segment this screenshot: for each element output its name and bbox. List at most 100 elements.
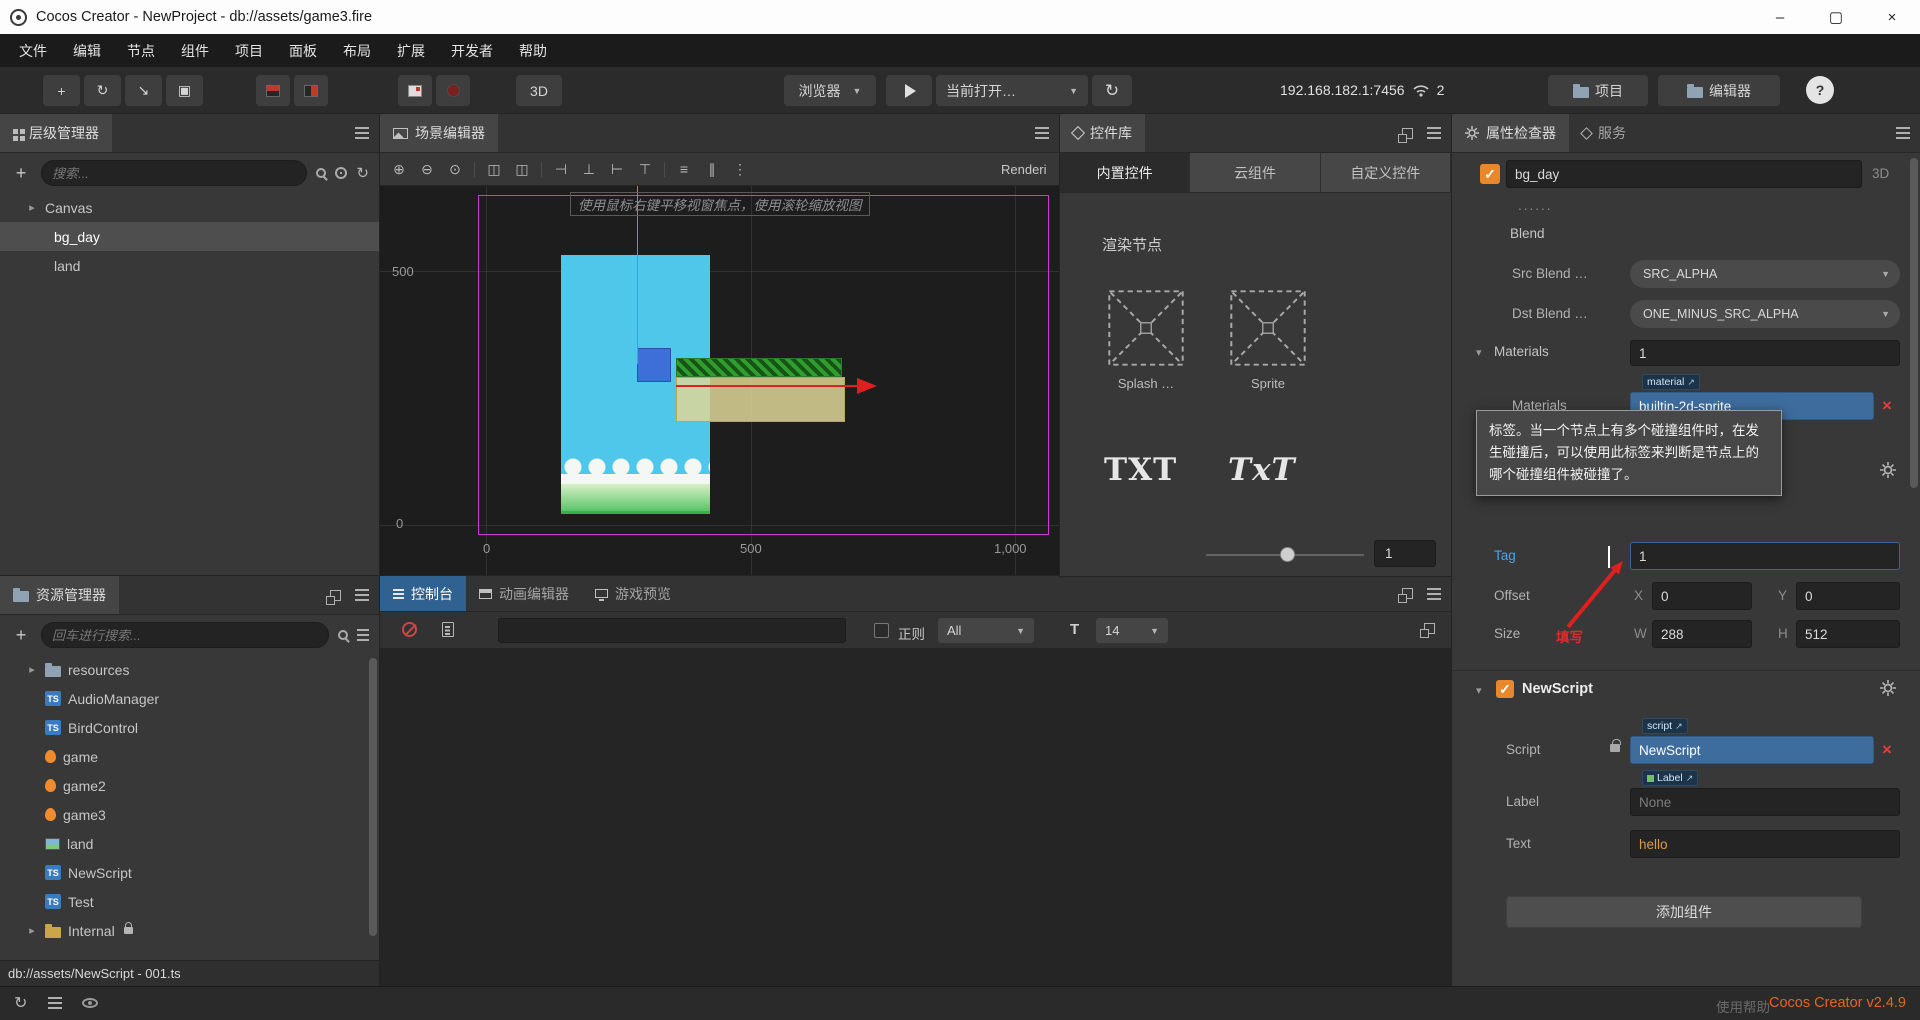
size-w-input[interactable] <box>1652 620 1752 648</box>
sync-icon[interactable]: ↻ <box>14 993 27 1013</box>
popout-icon[interactable] <box>1398 588 1413 603</box>
widget-zoom-value[interactable]: 1 <box>1374 540 1436 567</box>
tab-widget-library[interactable]: 控件库 <box>1060 114 1145 152</box>
component-gear-icon[interactable] <box>1880 680 1896 696</box>
assets-search[interactable] <box>41 622 329 648</box>
hierarchy-item-canvas[interactable]: ▸ Canvas <box>0 193 379 222</box>
open-editor-folder-button[interactable]: 编辑器 <box>1658 75 1780 106</box>
splash-widget[interactable] <box>1108 290 1184 366</box>
newscript-enabled-checkbox[interactable]: ✓ <box>1496 680 1514 698</box>
script-value-input[interactable] <box>1630 736 1874 764</box>
align-bottom-icon[interactable]: ⊥ <box>580 161 598 178</box>
close-button[interactable]: × <box>1864 0 1920 34</box>
hierarchy-item-bg-day[interactable]: bg_day <box>0 222 379 251</box>
tab-assets[interactable]: 资源管理器 <box>0 576 119 614</box>
node-active-checkbox[interactable]: ✓ <box>1480 164 1500 184</box>
asset-item-game[interactable]: game <box>0 742 379 771</box>
inspector-scrollbar[interactable] <box>1910 158 1918 488</box>
current-open-dropdown[interactable]: 当前打开… ▼ <box>936 75 1088 106</box>
asset-item-test[interactable]: TS Test <box>0 887 379 916</box>
menu-developer[interactable]: 开发者 <box>438 34 506 67</box>
richtext-widget[interactable]: TxT <box>1228 452 1296 488</box>
record-button[interactable] <box>436 75 470 106</box>
tab-console[interactable]: 控制台 <box>380 576 466 611</box>
move-tool-button[interactable]: + <box>43 75 80 106</box>
tag-input[interactable] <box>1630 542 1900 570</box>
coordinate-toggle-button[interactable] <box>294 75 328 106</box>
clear-console-icon[interactable] <box>402 622 417 637</box>
dst-blend-dropdown[interactable]: ONE_MINUS_SRC_ALPHA ▼ <box>1630 300 1900 328</box>
label-type-chip[interactable]: Label ↗ <box>1642 770 1699 786</box>
expand-arrow-icon[interactable]: ▸ <box>26 201 38 214</box>
snap-toggle-icon[interactable]: ◫ <box>513 161 531 178</box>
component-gear-icon[interactable] <box>1880 462 1896 478</box>
asset-item-internal[interactable]: ▸ Internal <box>0 916 379 945</box>
console-log-icon[interactable] <box>48 1002 62 1004</box>
scene-viewport[interactable]: 使用鼠标右键平移视窗焦点，使用滚轮缩放视图 500 0 0 500 1,000 <box>380 186 1059 576</box>
remove-script-button[interactable]: × <box>1876 738 1898 762</box>
subtab-builtin[interactable]: 内置控件 <box>1060 153 1191 192</box>
menu-file[interactable]: 文件 <box>6 34 60 67</box>
size-h-input[interactable] <box>1796 620 1900 648</box>
popout-icon[interactable] <box>326 589 341 605</box>
menu-extension[interactable]: 扩展 <box>384 34 438 67</box>
zoom-in-icon[interactable]: ⊕ <box>390 161 408 178</box>
hierarchy-item-land[interactable]: land <box>0 251 379 280</box>
assets-search-input[interactable] <box>52 627 318 643</box>
subtab-cloud[interactable]: 云组件 <box>1190 153 1321 192</box>
search-icon[interactable] <box>338 630 348 640</box>
preview-window-button[interactable] <box>398 75 432 106</box>
slider-thumb[interactable] <box>1280 547 1295 562</box>
asset-item-resources[interactable]: ▸ resources <box>0 655 379 684</box>
subtab-custom[interactable]: 自定义控件 <box>1321 153 1451 192</box>
assets-scrollbar[interactable] <box>369 658 377 936</box>
scale-tool-button[interactable]: ↘ <box>125 75 162 106</box>
tab-hierarchy[interactable]: 层级管理器 <box>0 114 112 152</box>
text-value-input[interactable] <box>1630 830 1900 858</box>
script-type-chip[interactable]: script ↗ <box>1642 718 1688 734</box>
refresh-icon[interactable]: ↻ <box>356 164 369 182</box>
panel-menu-icon[interactable] <box>1427 132 1441 134</box>
tab-game-preview[interactable]: 游戏预览 <box>582 576 684 611</box>
asset-item-birdcontrol[interactable]: TS BirdControl <box>0 713 379 742</box>
console-filter-input[interactable] <box>498 618 846 643</box>
minimize-button[interactable]: – <box>1752 0 1808 34</box>
locate-icon[interactable] <box>335 167 348 179</box>
hierarchy-search-input[interactable] <box>52 165 297 181</box>
maximize-button[interactable]: ▢ <box>1808 0 1864 34</box>
expand-arrow-icon[interactable]: ▸ <box>26 663 38 676</box>
label-value-input[interactable] <box>1630 788 1900 816</box>
add-asset-button[interactable]: + <box>10 625 32 646</box>
hierarchy-search[interactable] <box>41 160 308 186</box>
distribute-v-icon[interactable]: ∥ <box>703 161 721 178</box>
collapse-arrow-icon[interactable]: ▾ <box>1476 684 1482 697</box>
open-project-folder-button[interactable]: 项目 <box>1548 75 1648 106</box>
regex-checkbox[interactable] <box>874 623 889 638</box>
remove-material-button[interactable]: × <box>1876 394 1898 418</box>
tab-animation-editor[interactable]: 动画编辑器 <box>466 576 582 611</box>
menu-help[interactable]: 帮助 <box>506 34 560 67</box>
tab-scene[interactable]: 场景编辑器 <box>380 114 498 152</box>
zoom-out-icon[interactable]: ⊖ <box>418 161 436 178</box>
asset-item-land[interactable]: land <box>0 829 379 858</box>
add-component-button[interactable]: 添加组件 <box>1506 896 1862 928</box>
tab-inspector[interactable]: 属性检查器 <box>1452 114 1569 152</box>
src-blend-dropdown[interactable]: SRC_ALPHA ▼ <box>1630 260 1900 288</box>
align-right-icon[interactable]: ⊢ <box>608 161 626 178</box>
log-level-dropdown[interactable]: All ▼ <box>938 618 1034 643</box>
align-top-icon[interactable]: ⊤ <box>636 161 654 178</box>
menu-node[interactable]: 节点 <box>114 34 168 67</box>
offset-x-input[interactable] <box>1652 582 1752 610</box>
rect-tool-button[interactable]: ▣ <box>166 75 203 106</box>
asset-item-game3[interactable]: game3 <box>0 800 379 829</box>
log-file-icon[interactable] <box>442 622 454 637</box>
expand-arrow-icon[interactable]: ▸ <box>26 924 38 937</box>
popout-icon[interactable] <box>1398 127 1413 143</box>
menu-panel[interactable]: 面板 <box>276 34 330 67</box>
refresh-preview-button[interactable]: ↻ <box>1092 75 1132 106</box>
play-button[interactable] <box>886 75 932 106</box>
grid-toggle-icon[interactable]: ◫ <box>485 161 503 178</box>
distribute-h-icon[interactable]: ≡ <box>675 161 693 177</box>
panel-menu-icon[interactable] <box>355 594 369 596</box>
sort-icon[interactable] <box>357 634 369 636</box>
